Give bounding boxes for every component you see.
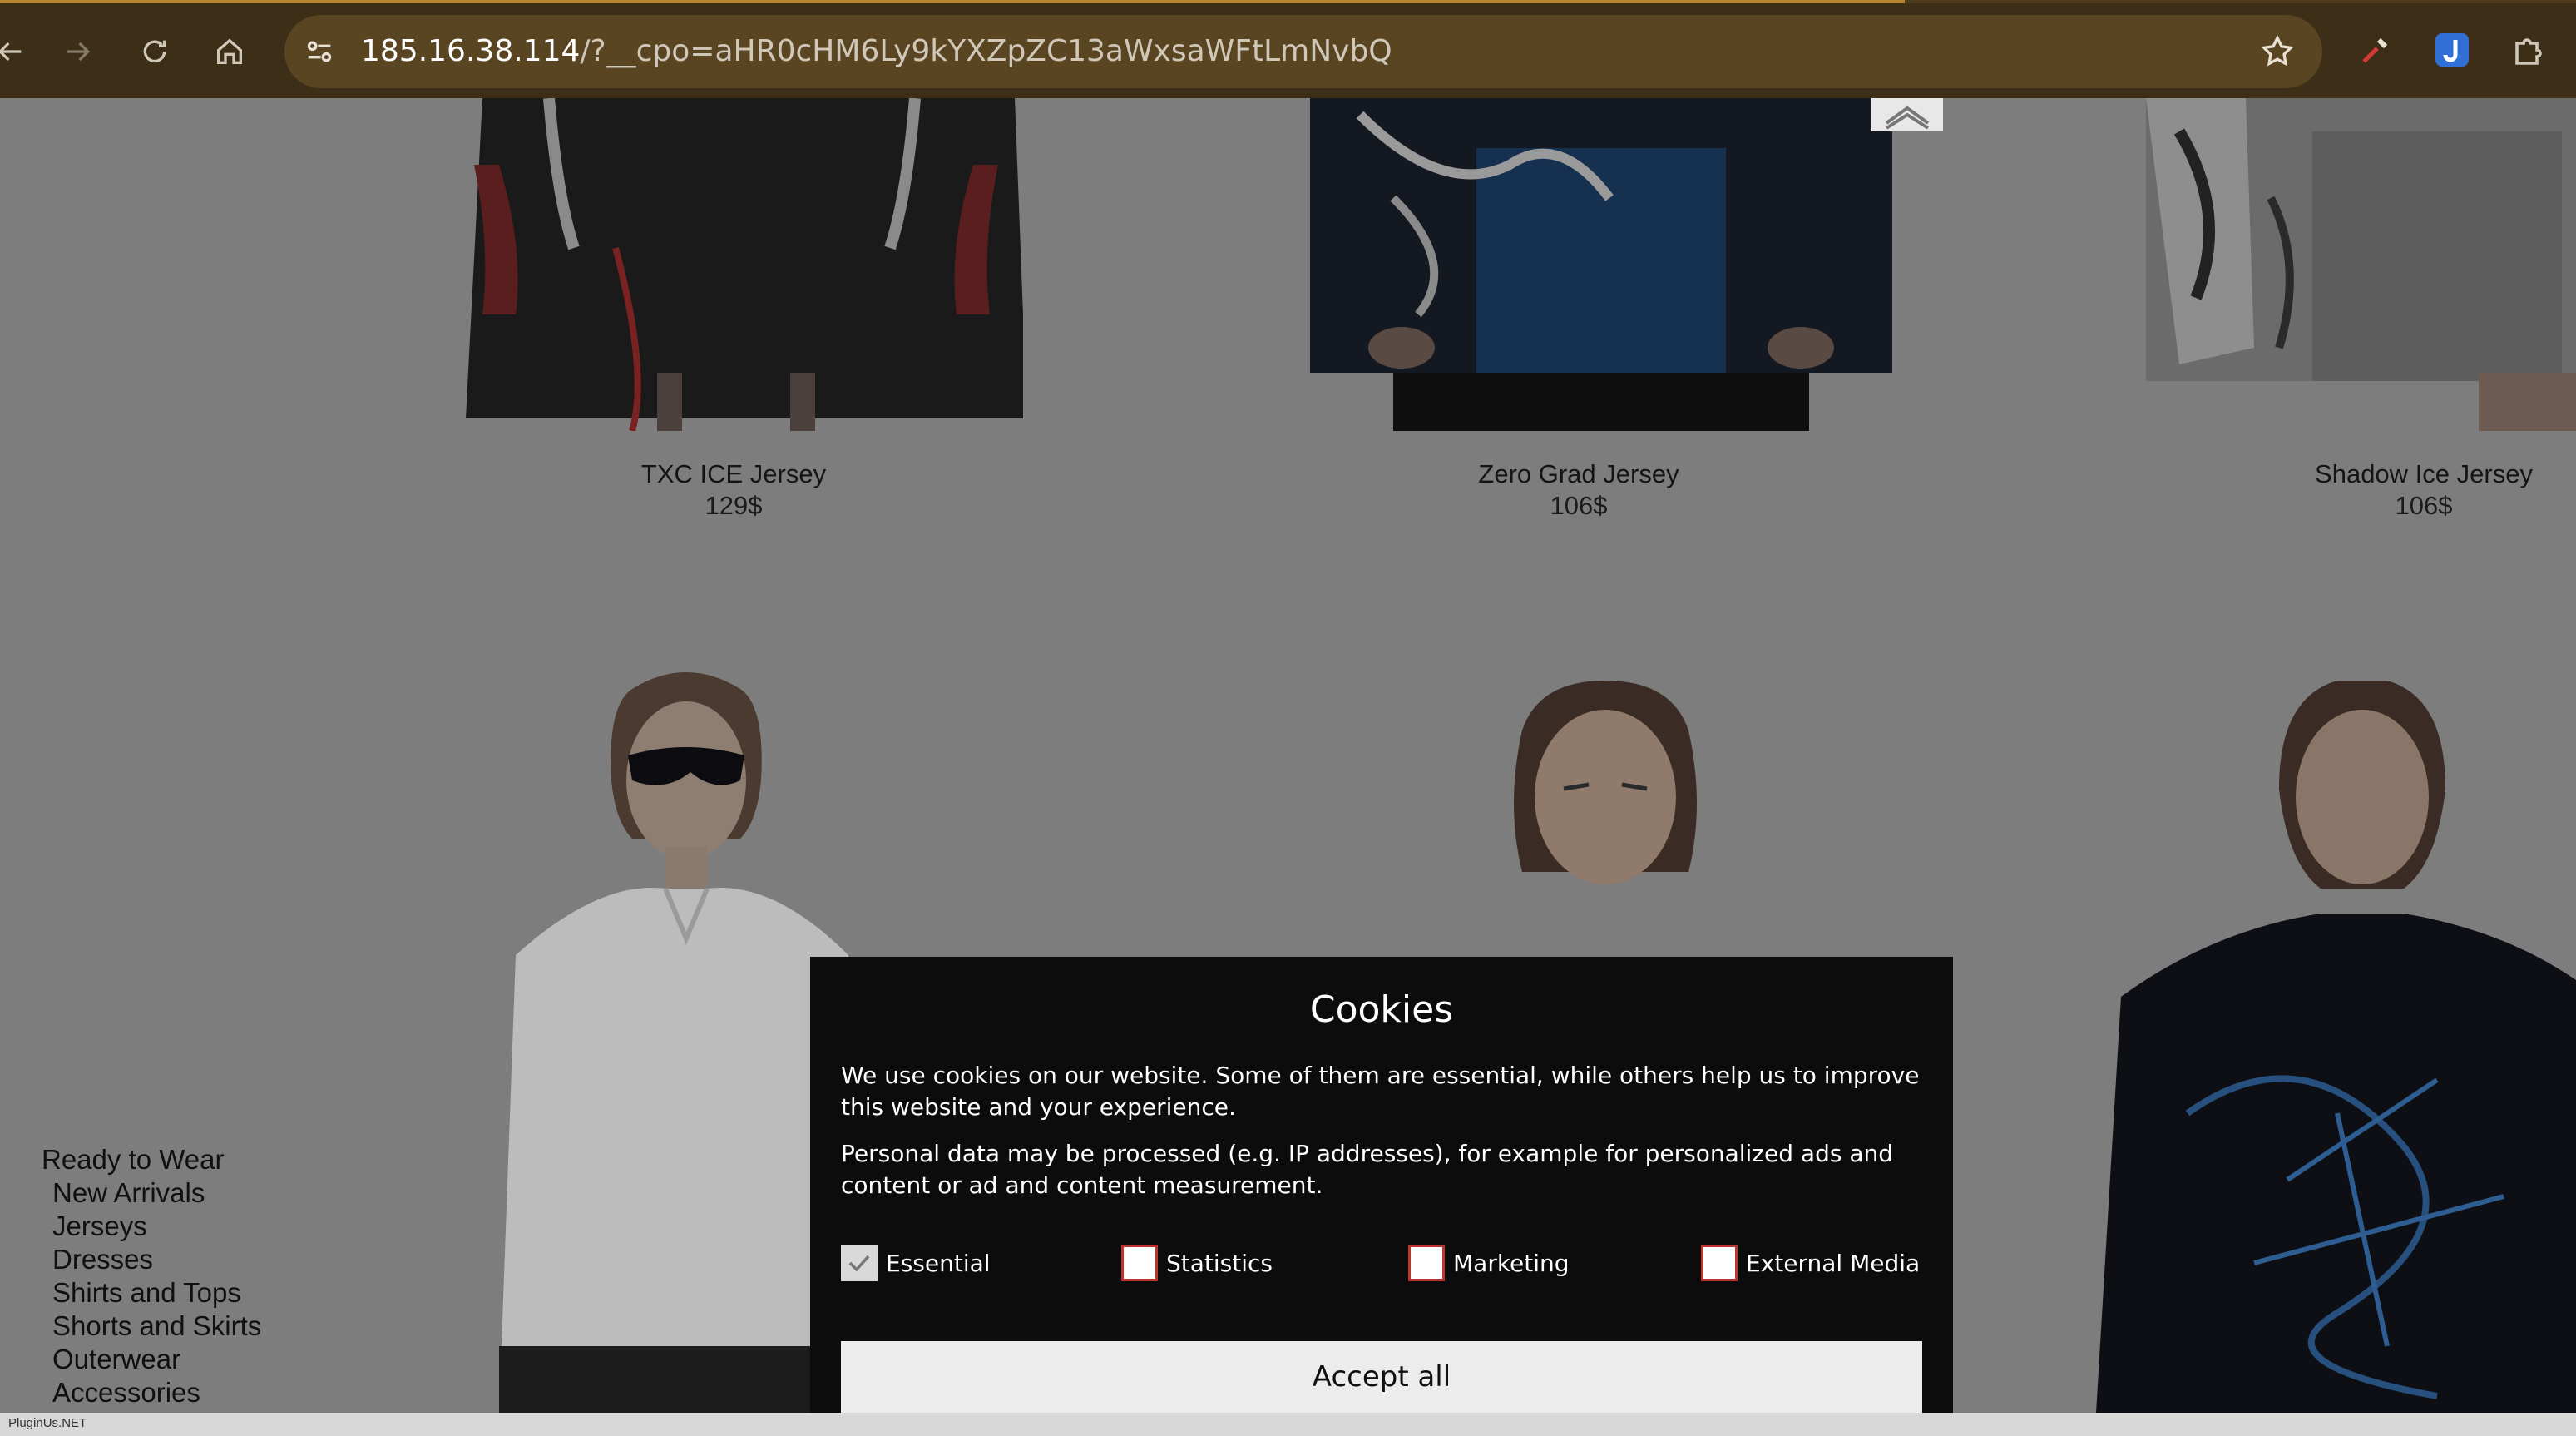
checkmark-icon xyxy=(848,1255,870,1272)
menu-heading[interactable]: Ready to Wear xyxy=(42,1143,261,1176)
cookie-description-2: Personal data may be processed (e.g. IP … xyxy=(841,1140,1894,1199)
product-name-3[interactable]: Shadow Ice Jersey xyxy=(2174,459,2576,489)
menu-item-outerwear[interactable]: Outerwear xyxy=(42,1343,261,1376)
cookie-option-essential[interactable]: Essential xyxy=(841,1245,991,1281)
essential-checkbox[interactable] xyxy=(841,1245,878,1281)
site-settings-icon[interactable] xyxy=(303,35,336,68)
back-button[interactable] xyxy=(0,27,35,77)
extensions-puzzle-icon[interactable] xyxy=(2509,30,2549,70)
url-host: 185.16.38.114 xyxy=(361,34,581,68)
url-text[interactable]: 185.16.38.114/?__cpo=aHR0cHM6Ly9kYXZpZC1… xyxy=(361,32,1392,72)
product-name-1[interactable]: TXC ICE Jersey xyxy=(484,459,983,489)
product-price-1: 129$ xyxy=(705,491,763,520)
external-media-label: External Media xyxy=(1746,1249,1921,1277)
statistics-checkbox[interactable] xyxy=(1121,1245,1158,1281)
product-price-2: 106$ xyxy=(1550,491,1608,520)
product-name-2[interactable]: Zero Grad Jersey xyxy=(1329,459,1828,489)
menu-item-accessories[interactable]: Accessories xyxy=(42,1376,261,1409)
accept-all-button[interactable]: Accept all xyxy=(841,1341,1922,1413)
statistics-label: Statistics xyxy=(1166,1249,1273,1277)
menu-item-new-arrivals[interactable]: New Arrivals xyxy=(42,1176,261,1210)
marketing-label: Marketing xyxy=(1453,1249,1570,1277)
eyedropper-extension-icon[interactable] xyxy=(2356,30,2396,70)
home-button[interactable] xyxy=(205,27,255,77)
address-bar[interactable]: 185.16.38.114/?__cpo=aHR0cHM6Ly9kYXZpZC1… xyxy=(284,15,2322,88)
j-extension-icon[interactable] xyxy=(2432,30,2472,70)
cookie-option-marketing[interactable]: Marketing xyxy=(1408,1245,1570,1281)
bookmark-star-icon[interactable] xyxy=(2259,33,2296,70)
cookie-option-external-media[interactable]: External Media xyxy=(1701,1245,1920,1281)
cookie-option-statistics[interactable]: Statistics xyxy=(1121,1245,1273,1281)
menu-item-jerseys[interactable]: Jerseys xyxy=(42,1210,261,1243)
cookie-title: Cookies xyxy=(1309,988,1454,1031)
product-image-blue-print-tee[interactable] xyxy=(2088,681,2576,1413)
menu-item-shirts-and-tops[interactable]: Shirts and Tops xyxy=(42,1276,261,1310)
cookie-consent-dialog: Cookies We use cookies on our website. S… xyxy=(810,957,1953,1413)
reload-icon xyxy=(143,40,166,63)
forward-button[interactable] xyxy=(53,27,103,77)
status-bar: PluginUs.NET xyxy=(0,1413,2576,1436)
status-text: PluginUs.NET xyxy=(8,1416,87,1430)
arrow-right-icon xyxy=(67,42,91,62)
scroll-top-button[interactable] xyxy=(1871,98,1943,131)
marketing-checkbox[interactable] xyxy=(1408,1245,1445,1281)
product-image-txc-ice-jersey[interactable] xyxy=(449,98,1031,431)
category-menu: Ready to Wear New Arrivals Jerseys Dress… xyxy=(42,1143,261,1409)
home-icon xyxy=(217,38,242,64)
reload-button[interactable] xyxy=(130,27,180,77)
external-media-checkbox[interactable] xyxy=(1701,1245,1738,1281)
arrow-left-icon xyxy=(0,42,22,62)
menu-item-dresses[interactable]: Dresses xyxy=(42,1243,261,1276)
product-image-shadow-ice-jersey[interactable] xyxy=(2129,98,2576,431)
product-price-3: 106$ xyxy=(2395,491,2453,520)
double-chevron-up-icon xyxy=(1885,106,1930,130)
essential-label: Essential xyxy=(886,1249,991,1277)
product-image-zero-grad-jersey[interactable] xyxy=(1293,98,1909,431)
browser-toolbar: 185.16.38.114/?__cpo=aHR0cHM6Ly9kYXZpZC1… xyxy=(0,0,2576,98)
menu-item-shorts-and-skirts[interactable]: Shorts and Skirts xyxy=(42,1310,261,1343)
cookie-description-1: We use cookies on our website. Some of t… xyxy=(841,1062,1920,1121)
url-path: /?__cpo=aHR0cHM6Ly9kYXZpZC13aWxsaWFtLmNv… xyxy=(580,34,1392,68)
loading-bar xyxy=(0,0,1905,3)
